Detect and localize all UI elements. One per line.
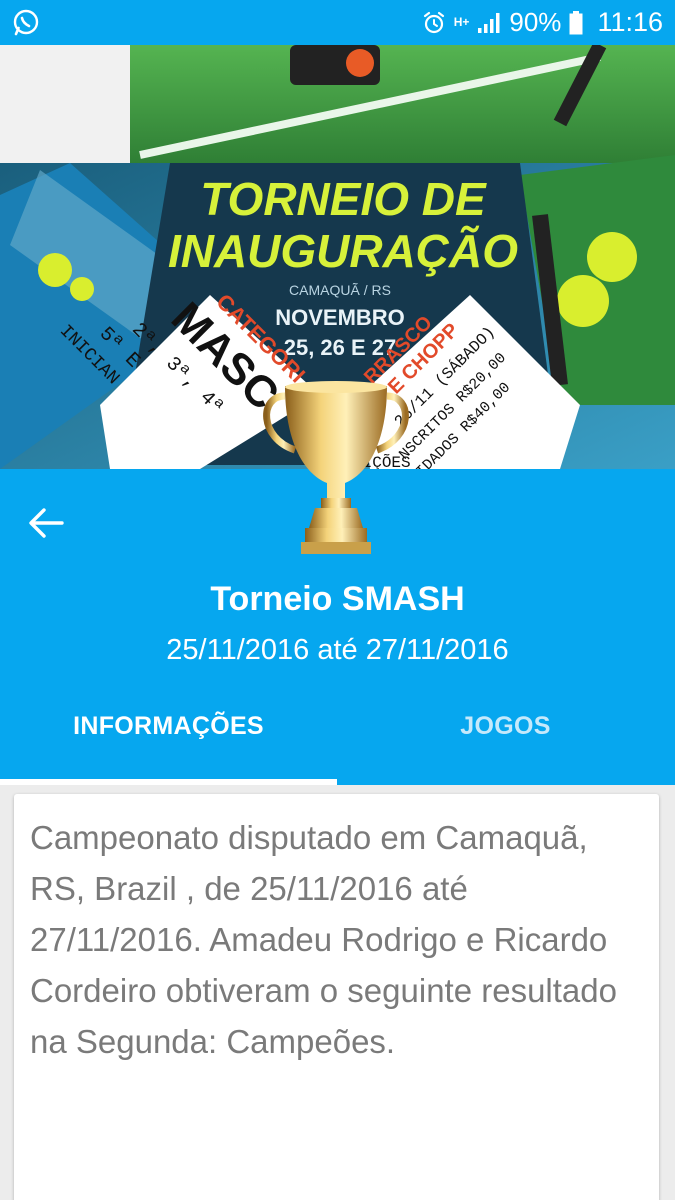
tournament-title: Torneio SMASH (210, 580, 465, 618)
tournament-dates: 25/11/2016 até 27/11/2016 (166, 634, 509, 666)
banner-month: NOVEMBRO (275, 305, 405, 330)
network-type: H+ (453, 15, 470, 29)
tournament-description: Campeonato disputado em Camaquã, RS, Bra… (30, 819, 617, 1060)
active-tab-indicator (0, 779, 337, 785)
battery-icon (569, 10, 583, 34)
status-left (12, 9, 40, 37)
status-bar: H+ 90% 11:16 (0, 0, 675, 45)
signal-icon (478, 12, 500, 33)
banner-title-line2: INAUGURAÇÃO (168, 225, 518, 277)
back-arrow-icon[interactable] (26, 505, 66, 541)
banner-location: CAMAQUÃ / RS (289, 282, 391, 298)
clock: 11:16 (597, 7, 663, 37)
info-card: Campeonato disputado em Camaquã, RS, Bra… (14, 794, 659, 1200)
battery-percent: 90% (509, 7, 562, 37)
banner-title-line1: TORNEIO DE (200, 173, 487, 225)
screen: H+ 90% 11:16 TORNEIO DE INAUGURAÇÃO CAMA… (0, 0, 675, 1200)
status-right: H+ 90% 11:16 (422, 7, 663, 38)
whatsapp-icon (13, 9, 39, 35)
tab-jogos[interactable]: JOGOS (337, 712, 674, 784)
trophy-icon (263, 381, 409, 554)
alarm-icon (423, 11, 444, 33)
tab-informacoes[interactable]: INFORMAÇÕES (0, 712, 337, 784)
